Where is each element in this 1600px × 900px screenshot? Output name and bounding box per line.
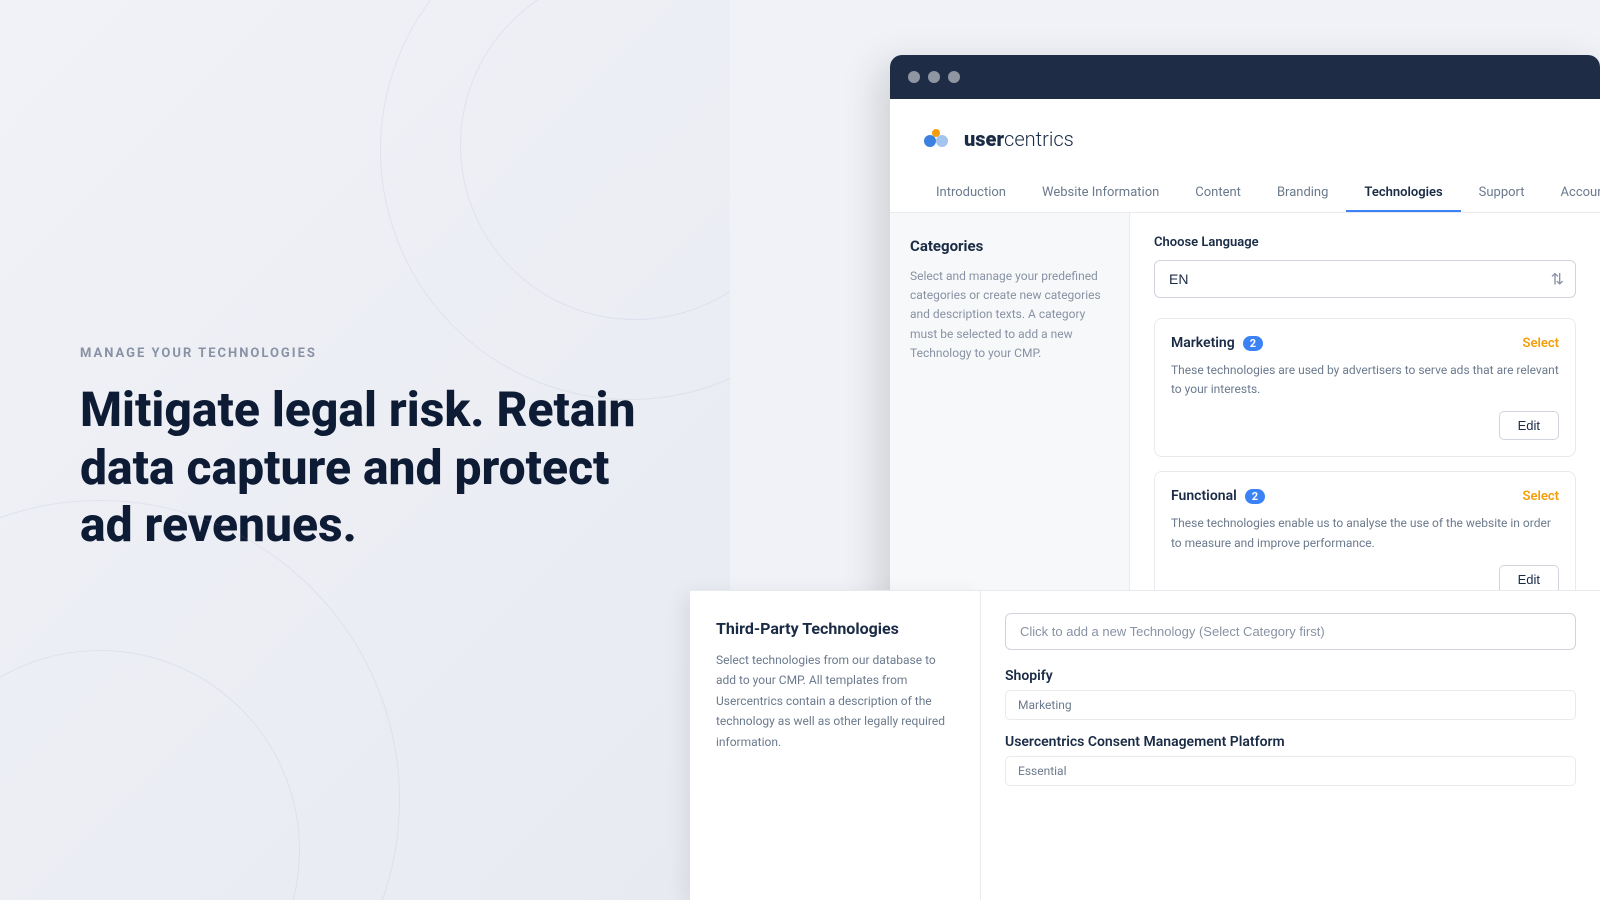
browser-dot-3 — [948, 71, 960, 83]
tab-introduction[interactable]: Introduction — [918, 175, 1024, 212]
third-party-title: Third-Party Technologies — [716, 619, 954, 638]
tech-tag-usercentrics: Essential — [1005, 756, 1576, 786]
category-badge-marketing: 2 — [1243, 336, 1263, 351]
language-select-wrapper: EN DE FR ⇅ — [1154, 260, 1576, 298]
select-link-marketing[interactable]: Select — [1523, 336, 1559, 351]
category-badge-functional: 2 — [1245, 489, 1265, 504]
browser-dot-1 — [908, 71, 920, 83]
tab-support[interactable]: Support — [1461, 175, 1543, 212]
edit-button-marketing[interactable]: Edit — [1499, 411, 1559, 440]
tech-name-shopify: Shopify — [1005, 668, 1576, 684]
select-link-functional[interactable]: Select — [1523, 489, 1559, 504]
browser-titlebar — [890, 55, 1600, 99]
logo-text: usercentrics — [964, 127, 1074, 151]
third-party-card: Third-Party Technologies Select technolo… — [690, 590, 980, 900]
add-technology-button[interactable]: Click to add a new Technology (Select Ca… — [1005, 613, 1576, 650]
category-name-marketing: Marketing — [1171, 335, 1235, 351]
left-section: MANAGE YOUR TECHNOLOGIES Mitigate legal … — [0, 0, 730, 900]
tab-website-information[interactable]: Website Information — [1024, 175, 1177, 212]
choose-language-label: Choose Language — [1154, 235, 1576, 250]
tech-item-usercentrics: Usercentrics Consent Management Platform… — [1005, 734, 1576, 786]
tech-item-shopify: Shopify Marketing — [1005, 668, 1576, 720]
app-header: usercentrics Introduction Website Inform… — [890, 99, 1600, 213]
category-header-functional: Functional 2 Select — [1171, 488, 1559, 504]
category-desc-functional: These technologies enable us to analyse … — [1171, 514, 1559, 552]
app-logo: usercentrics — [918, 121, 1572, 157]
browser-dot-2 — [928, 71, 940, 83]
tab-technologies[interactable]: Technologies — [1346, 175, 1460, 212]
category-name-row-marketing: Marketing 2 — [1171, 335, 1263, 351]
category-desc-marketing: These technologies are used by advertise… — [1171, 361, 1559, 399]
language-select[interactable]: EN DE FR — [1154, 260, 1576, 298]
category-card-marketing: Marketing 2 Select These technologies ar… — [1154, 318, 1576, 457]
tab-content[interactable]: Content — [1177, 175, 1259, 212]
categories-description: Select and manage your predefined catego… — [910, 267, 1109, 363]
bottom-section: Third-Party Technologies Select technolo… — [690, 590, 1600, 900]
tab-branding[interactable]: Branding — [1259, 175, 1346, 212]
third-party-description: Select technologies from our database to… — [716, 650, 954, 752]
bottom-right-panel: Click to add a new Technology (Select Ca… — [980, 590, 1600, 900]
categories-title: Categories — [910, 237, 1109, 255]
category-name-row-functional: Functional 2 — [1171, 488, 1265, 504]
category-header-marketing: Marketing 2 Select — [1171, 335, 1559, 351]
category-name-functional: Functional — [1171, 488, 1237, 504]
tech-tag-shopify: Marketing — [1005, 690, 1576, 720]
logo-icon — [918, 121, 954, 157]
tab-account[interactable]: Account — [1543, 175, 1600, 212]
tech-name-usercentrics: Usercentrics Consent Management Platform — [1005, 734, 1576, 750]
nav-tabs: Introduction Website Information Content… — [918, 175, 1572, 212]
